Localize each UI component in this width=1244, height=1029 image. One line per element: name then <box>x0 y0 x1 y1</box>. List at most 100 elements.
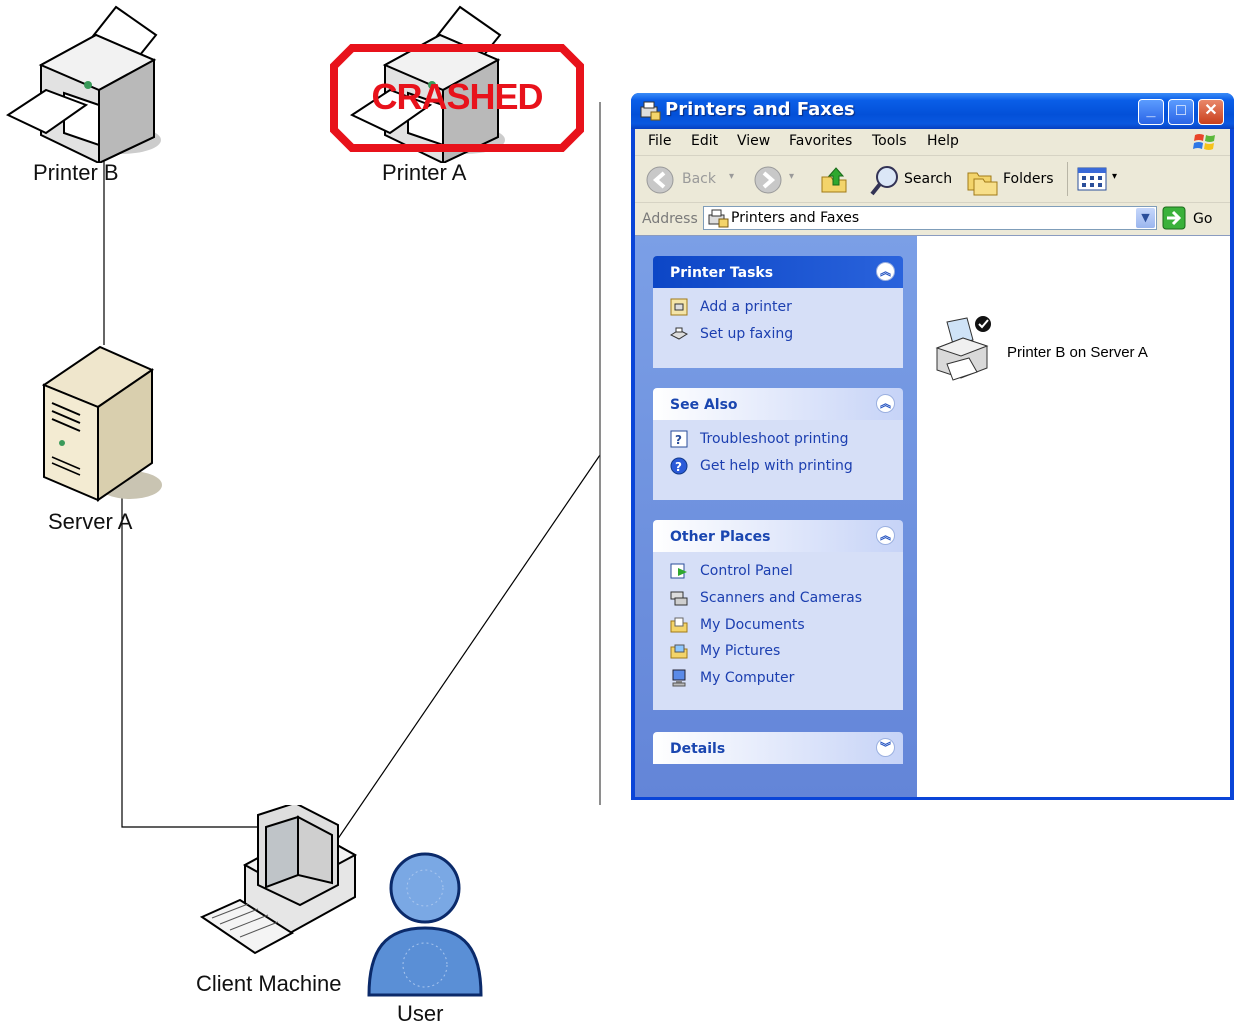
user-icon <box>367 852 483 997</box>
connector-server-client <box>121 495 265 828</box>
address-bar: Address Printers and Faxes ▼ Go <box>635 203 1230 235</box>
set-up-faxing-link[interactable]: Set up faxing <box>670 325 793 347</box>
window-title: Printers and Faxes <box>665 99 855 120</box>
see-also-body: ? Troubleshoot printing ? Get help with pr… <box>653 420 903 500</box>
my-documents-link[interactable]: My Documents <box>670 616 805 638</box>
my-pictures-icon <box>670 644 688 659</box>
task-pane: Printer Tasks ︽ Add a printer Set up fax… <box>635 236 917 797</box>
my-computer-link[interactable]: My Computer <box>670 669 794 691</box>
server-label: Server A <box>48 509 133 534</box>
views-icon <box>1077 167 1107 191</box>
client-machine-icon <box>200 805 358 955</box>
maximize-icon: □ <box>1176 102 1186 119</box>
title-bar[interactable]: Printers and Faxes _ □ ✕ <box>631 93 1234 129</box>
forward-dropdown-icon: ▾ <box>789 171 795 182</box>
go-button[interactable]: Go <box>1162 206 1222 230</box>
address-dropdown-button[interactable]: ▼ <box>1136 208 1155 228</box>
add-printer-icon <box>670 298 688 316</box>
control-panel-link[interactable]: Control Panel <box>670 562 793 584</box>
folders-icon <box>967 172 998 196</box>
go-arrow-icon <box>1162 206 1186 230</box>
back-label: Back <box>682 171 716 187</box>
address-value: Printers and Faxes <box>731 210 860 226</box>
troubleshoot-printing-link[interactable]: ? Troubleshoot printing <box>670 430 849 452</box>
back-arrow-icon <box>646 166 674 194</box>
see-also-header[interactable]: See Also ︽ <box>653 388 903 420</box>
menu-favorites[interactable]: Favorites <box>789 133 852 149</box>
other-places-header[interactable]: Other Places ︽ <box>653 520 903 552</box>
forward-arrow-icon <box>754 166 782 194</box>
back-dropdown-icon: ▾ <box>729 171 735 182</box>
minimize-button[interactable]: _ <box>1138 99 1164 125</box>
printer-tasks-body: Add a printer Set up faxing <box>653 288 903 368</box>
help-topic-icon: ? <box>670 430 688 448</box>
minimize-icon: _ <box>1146 102 1156 119</box>
expand-icon[interactable]: ︾ <box>876 738 895 757</box>
svg-text:?: ? <box>675 460 682 474</box>
printers-folder-icon <box>640 101 661 121</box>
add-printer-link[interactable]: Add a printer <box>670 298 792 320</box>
server-icon <box>41 345 162 502</box>
other-places-title: Other Places <box>670 529 771 545</box>
fax-icon <box>670 327 688 340</box>
connector-client-window <box>334 454 601 844</box>
forward-button[interactable]: ▾ <box>753 165 801 195</box>
see-also-panel: See Also ︽ ? Troubleshoot printing ? Get h… <box>653 388 903 500</box>
control-panel-icon <box>670 563 687 579</box>
svg-text:?: ? <box>675 433 682 447</box>
content-area: Printer Tasks ︽ Add a printer Set up fax… <box>635 235 1230 797</box>
back-button[interactable]: Back ▾ <box>645 165 734 194</box>
address-input[interactable]: Printers and Faxes ▼ <box>703 206 1157 230</box>
other-places-panel: Other Places ︽ Control Panel Scanners an… <box>653 520 903 710</box>
toolbar: Back ▾ ▾ Search Folders ▾ <box>635 156 1230 203</box>
close-button[interactable]: ✕ <box>1198 99 1224 125</box>
printers-folder-icon <box>708 209 729 228</box>
up-folder-icon[interactable] <box>819 165 849 195</box>
user-label: User <box>397 1001 444 1026</box>
menu-file[interactable]: File <box>648 133 671 149</box>
window-body: File Edit View Favorites Tools Help Back <box>635 129 1230 797</box>
menu-edit[interactable]: Edit <box>691 133 718 149</box>
menu-bar: File Edit View Favorites Tools Help <box>635 129 1230 156</box>
printers-and-faxes-window: Printers and Faxes _ □ ✕ File Edit View … <box>631 93 1234 800</box>
details-panel: Details ︾ <box>653 732 903 764</box>
my-computer-icon <box>672 669 686 687</box>
views-dropdown-icon: ▾ <box>1112 171 1118 182</box>
printer-a-label: Printer A <box>382 160 467 185</box>
address-label: Address <box>642 211 698 227</box>
printer-tasks-panel: Printer Tasks ︽ Add a printer Set up fax… <box>653 256 903 368</box>
scanners-cameras-link[interactable]: Scanners and Cameras <box>670 589 862 611</box>
chevron-down-icon: ▼ <box>1141 211 1150 224</box>
printer-b-label: Printer B <box>33 160 119 185</box>
maximize-button[interactable]: □ <box>1168 99 1194 125</box>
help-circle-icon: ? <box>670 457 688 475</box>
printer-b-icon <box>6 5 161 163</box>
menu-view[interactable]: View <box>737 133 770 149</box>
printer-tasks-title: Printer Tasks <box>670 265 774 281</box>
menu-tools[interactable]: Tools <box>872 133 907 149</box>
printer-default-icon <box>935 316 991 381</box>
details-header[interactable]: Details ︾ <box>653 732 903 764</box>
collapse-icon[interactable]: ︽ <box>876 262 895 281</box>
crashed-label: CRASHED <box>371 76 543 117</box>
folders-button[interactable]: Folders <box>965 163 1055 196</box>
menu-help[interactable]: Help <box>927 133 959 149</box>
folders-label: Folders <box>1003 171 1054 187</box>
search-button[interactable]: Search <box>869 163 953 196</box>
printer-b-item[interactable]: Printer B on Server A <box>933 314 1223 386</box>
printer-b-item-label: Printer B on Server A <box>1007 344 1148 361</box>
views-button[interactable]: ▾ <box>1076 165 1126 195</box>
search-label: Search <box>904 171 953 187</box>
scanner-icon <box>670 591 688 606</box>
printer-tasks-header[interactable]: Printer Tasks ︽ <box>653 256 903 288</box>
details-title: Details <box>670 741 726 757</box>
other-places-body: Control Panel Scanners and Cameras My Do… <box>653 552 903 710</box>
windows-logo-icon <box>1193 134 1215 150</box>
my-pictures-link[interactable]: My Pictures <box>670 642 780 664</box>
toolbar-separator <box>1067 162 1068 196</box>
search-icon <box>870 166 898 196</box>
get-help-printing-link[interactable]: ? Get help with printing <box>670 457 853 479</box>
go-label: Go <box>1193 211 1213 227</box>
collapse-icon[interactable]: ︽ <box>876 526 895 545</box>
collapse-icon[interactable]: ︽ <box>876 394 895 413</box>
